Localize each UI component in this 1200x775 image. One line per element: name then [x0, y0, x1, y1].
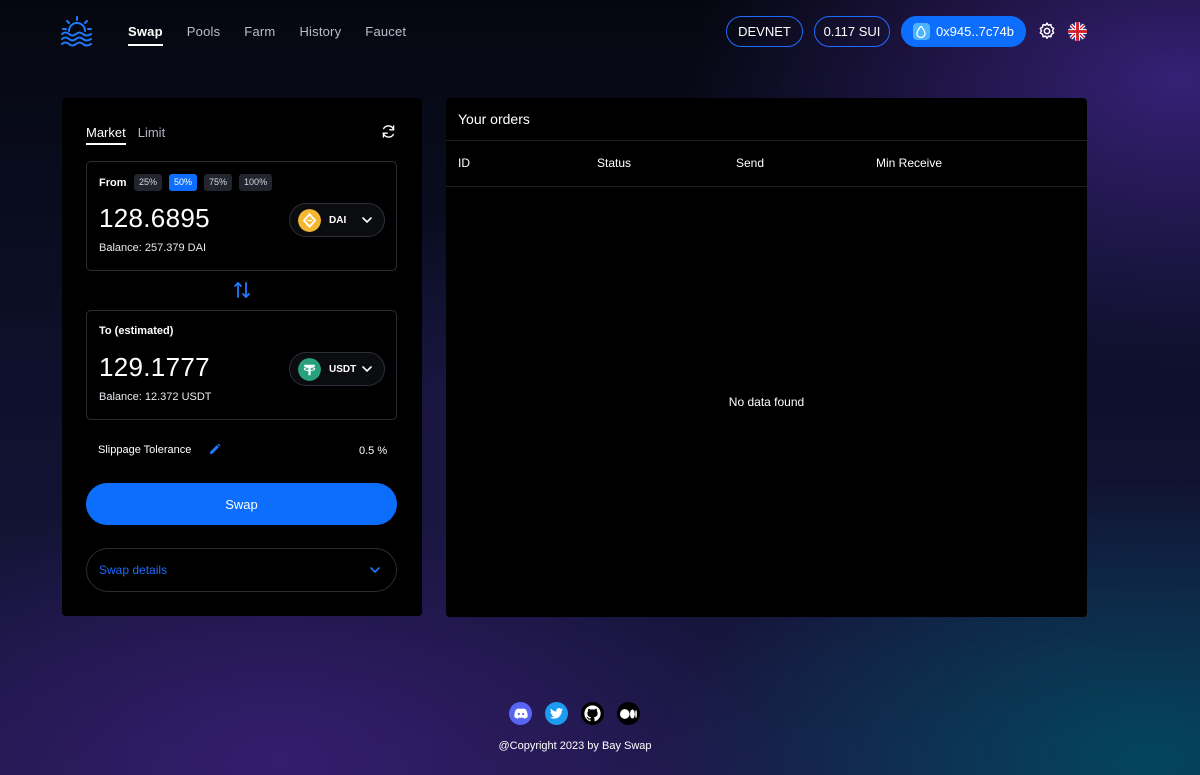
percent-50-button[interactable]: 50% [169, 174, 198, 191]
swap-details-label: Swap details [99, 563, 168, 577]
percent-25-button[interactable]: 25% [134, 174, 163, 191]
github-icon[interactable] [581, 702, 604, 725]
to-token-select[interactable]: USDT [289, 352, 385, 386]
network-button[interactable]: DEVNET [726, 16, 803, 47]
uk-flag-language-icon[interactable] [1068, 22, 1087, 41]
swap-direction-icon[interactable] [232, 280, 252, 300]
percent-buttons: 25% 50% 75% 100% [134, 174, 273, 191]
sui-balance-button[interactable]: 0.117 SUI [814, 16, 890, 47]
orders-panel: Your orders ID Status Send Min Receive N… [446, 98, 1087, 617]
from-amount-input[interactable]: 128.6895 [99, 203, 210, 234]
slippage-value: 0.5 % [359, 445, 388, 457]
wallet-address: 0x945..7c74b [935, 24, 1015, 39]
column-min-receive: Min Receive [876, 156, 943, 170]
sui-drop-icon [912, 23, 930, 40]
slippage-label: Slippage Tolerance [98, 444, 192, 456]
settings-gear-icon[interactable] [1037, 21, 1057, 41]
from-label: From [99, 177, 127, 189]
chevron-down-icon [362, 217, 372, 224]
swap-mode-tabs: Market Limit [86, 125, 177, 145]
wallet-button[interactable]: 0x945..7c74b [901, 16, 1026, 47]
from-token-symbol: DAI [329, 214, 347, 226]
from-token-select[interactable]: DAI [289, 203, 385, 237]
network-label: DEVNET [738, 24, 791, 39]
twitter-icon[interactable] [545, 702, 568, 725]
orders-title: Your orders [458, 111, 530, 127]
to-amount-output: 129.1777 [99, 352, 210, 382]
column-send: Send [736, 156, 765, 170]
percent-100-button[interactable]: 100% [239, 174, 273, 191]
empty-state: No data found [728, 395, 805, 409]
tab-limit[interactable]: Limit [138, 125, 165, 145]
divider [446, 186, 1087, 187]
swap-card: Market Limit From 25% 50% 75% 100% 128.6… [62, 98, 422, 616]
tab-market[interactable]: Market [86, 125, 126, 145]
to-balance: Balance: 12.372 USDT [99, 391, 212, 403]
social-links [509, 702, 640, 725]
from-balance: Balance: 257.379 DAI [99, 242, 207, 254]
copyright-text: @Copyright 2023 by Bay Swap [498, 740, 652, 752]
usdt-token-icon [298, 357, 321, 381]
chevron-down-icon [370, 567, 380, 574]
to-label: To (estimated) [99, 325, 174, 337]
swap-details-toggle[interactable]: Swap details [86, 548, 397, 592]
orders-table-header: ID Status Send Min Receive [446, 156, 1087, 176]
discord-icon[interactable] [509, 702, 532, 725]
refresh-icon[interactable] [380, 123, 397, 140]
from-token-box: From 25% 50% 75% 100% 128.6895 Balance: … [86, 161, 397, 271]
column-status: Status [597, 156, 632, 170]
chevron-down-icon [362, 366, 372, 373]
column-id: ID [458, 156, 470, 170]
dai-token-icon [298, 208, 321, 232]
header-actions: DEVNET 0.117 SUI 0x945..7c74b [0, 16, 1200, 48]
top-header: Swap Pools Farm History Faucet DEVNET 0.… [0, 0, 1200, 64]
balance-label: 0.117 SUI [823, 24, 881, 39]
medium-icon[interactable] [617, 702, 640, 725]
to-token-box: To (estimated) 129.1777 Balance: 12.372 … [86, 310, 397, 420]
percent-75-button[interactable]: 75% [204, 174, 233, 191]
pencil-edit-icon[interactable] [208, 443, 221, 456]
to-token-symbol: USDT [329, 363, 357, 375]
swap-button[interactable]: Swap [86, 483, 397, 525]
divider [446, 140, 1087, 141]
